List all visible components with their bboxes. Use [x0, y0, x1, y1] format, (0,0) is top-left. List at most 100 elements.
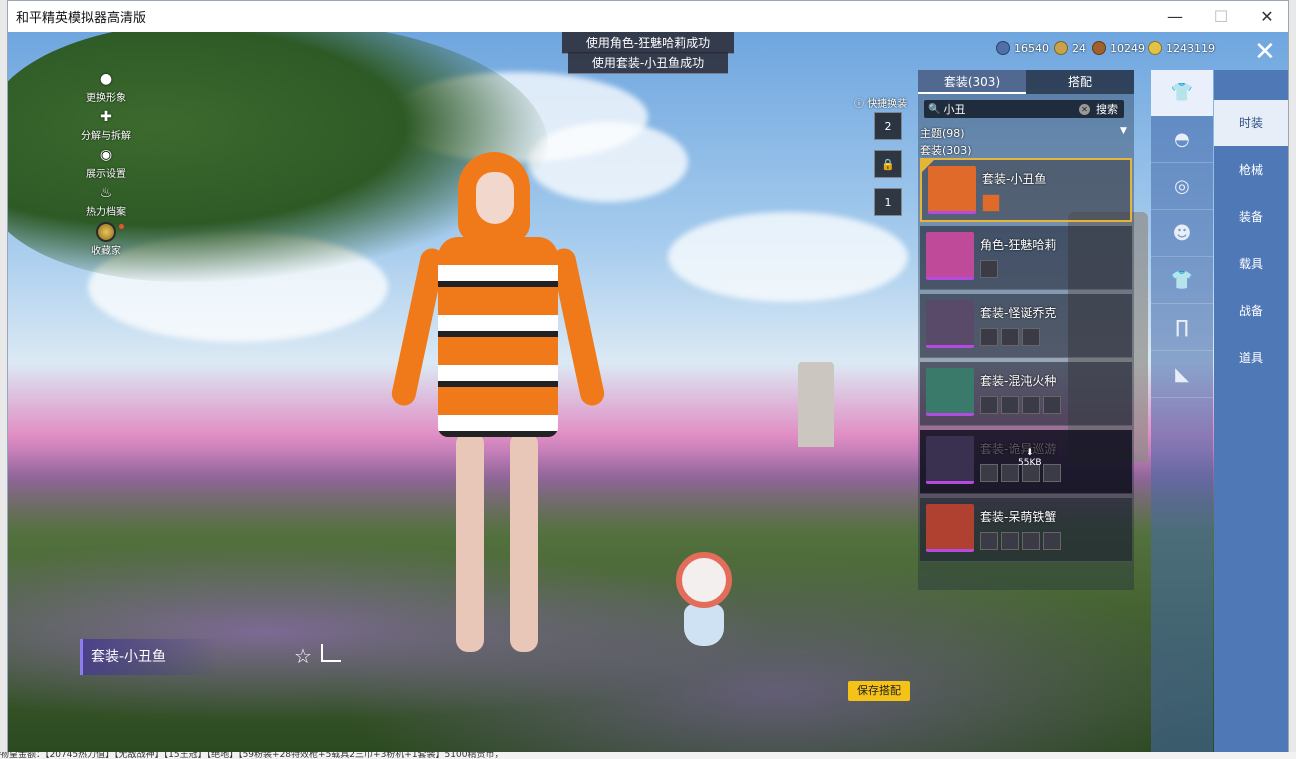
quick-slot-2[interactable]: 2 — [874, 112, 902, 140]
menu-label: 展示设置 — [86, 169, 126, 180]
outfit-thumbnail — [926, 504, 974, 552]
lock-icon: 🔒 — [881, 157, 895, 171]
list-item[interactable]: 套装-怪诞乔克 — [920, 294, 1132, 358]
tab-items[interactable]: 道具 — [1214, 335, 1288, 381]
tab-battle-prep[interactable]: 战备 — [1214, 288, 1288, 334]
list-item[interactable]: 套装-混沌火种 — [920, 362, 1132, 426]
tab-guns[interactable]: 枪械 — [1214, 147, 1288, 193]
medal-icon — [96, 222, 116, 242]
category-column: 👕 ◓ ◎ ☻ 👕 ∏ ◣ — [1151, 70, 1213, 752]
mask-icon[interactable]: ☻ — [1151, 211, 1213, 257]
menu-label: 更换形象 — [86, 93, 126, 104]
heat-archive-button[interactable]: ♨ 热力档案 — [66, 184, 146, 218]
close-button[interactable]: ✕ — [1244, 1, 1290, 32]
character-face — [476, 172, 514, 224]
tab-match[interactable]: 搭配 — [1026, 70, 1134, 94]
puzzle-icon: ✚ — [100, 109, 112, 125]
quick-swap-label: ⓘ 快捷换装 — [854, 95, 907, 110]
collector-button[interactable]: 收藏家 — [66, 222, 146, 257]
share-icon[interactable] — [321, 644, 341, 662]
item-parts — [980, 396, 1064, 414]
close-panel-icon[interactable]: ✕ — [1254, 39, 1276, 65]
tab-fashion[interactable]: 时装 — [1214, 100, 1288, 146]
cloud — [668, 212, 908, 302]
currency-value: 16540 — [1014, 41, 1049, 55]
app-window: 和平精英模拟器高清版 — ☐ ✕ ● 更换形象 ✚ 分解与拆解 ◉ 展示设置 ♨… — [7, 0, 1289, 752]
item-name: 角色-狂魅哈莉 — [980, 238, 1057, 252]
clownfish-dress — [438, 237, 558, 437]
menu-label: 分解与拆解 — [81, 131, 131, 142]
currency-value: 1243119 — [1166, 41, 1215, 55]
quick-slot-locked[interactable]: 🔒 — [874, 150, 902, 178]
currency-value: 24 — [1072, 41, 1086, 55]
goggles-icon[interactable]: ◎ — [1151, 164, 1213, 210]
clear-icon[interactable]: ✕ — [1079, 103, 1090, 115]
item-name: 套装-混沌火种 — [980, 374, 1057, 388]
person-icon: ● — [99, 71, 113, 87]
gold-coin-icon — [1148, 41, 1162, 55]
character-arm — [549, 246, 607, 408]
save-button[interactable]: 保存搭配 — [848, 681, 910, 701]
part-icon — [980, 396, 998, 414]
quick-swap-text: 快捷换装 — [867, 99, 908, 110]
menu-label: 收藏家 — [91, 246, 121, 257]
list-item[interactable]: 角色-狂魅哈莉 — [920, 226, 1132, 290]
part-icon — [1001, 328, 1019, 346]
outfit-icon[interactable]: 👕 — [1151, 70, 1213, 116]
help-icon: ⓘ — [854, 99, 864, 110]
currency-badge[interactable]: 24 — [1054, 41, 1086, 55]
globe-coin-icon — [996, 41, 1010, 55]
notification-dot — [119, 224, 124, 229]
minimize-button[interactable]: — — [1152, 1, 1198, 32]
jacket-icon[interactable]: 👕 — [1151, 258, 1213, 304]
part-icon — [1001, 396, 1019, 414]
maximize-button[interactable]: ☐ — [1198, 1, 1244, 32]
background-text: 物皇金额：【20745热力值】【无敌战神】【15王冠】【绝地】【59粉装+28特… — [0, 752, 1296, 759]
currency-bronze[interactable]: 10249 — [1092, 41, 1145, 55]
character-model[interactable] — [389, 132, 607, 672]
quick-slot-1[interactable]: 1 — [874, 188, 902, 216]
part-icon — [1022, 396, 1040, 414]
part-icon — [1022, 532, 1040, 550]
display-settings-button[interactable]: ◉ 展示设置 — [66, 146, 146, 180]
shoes-icon[interactable]: ◣ — [1151, 352, 1213, 398]
pet-companion[interactable] — [668, 542, 738, 652]
decompose-button[interactable]: ✚ 分解与拆解 — [66, 108, 146, 142]
part-icon — [980, 328, 998, 346]
pet-head — [676, 552, 732, 608]
currency-gold[interactable]: 1243119 — [1148, 41, 1215, 55]
part-icon — [980, 532, 998, 550]
outfit-thumbnail — [926, 232, 974, 280]
part-icon — [1043, 464, 1061, 482]
tab-equipment[interactable]: 装备 — [1214, 194, 1288, 240]
chevron-down-icon[interactable]: ▼ — [1120, 126, 1127, 136]
title-bar: 和平精英模拟器高清版 — ☐ ✕ — [8, 1, 1288, 32]
list-item[interactable]: 套装-呆萌铁蟹 — [920, 498, 1132, 562]
tab-vehicles[interactable]: 载具 — [1214, 241, 1288, 287]
character-leg — [510, 432, 538, 652]
item-parts — [980, 260, 1001, 278]
search-button[interactable]: 搜索 — [1096, 101, 1118, 117]
item-name: 套装-怪诞乔克 — [980, 306, 1057, 320]
game-viewport: ● 更换形象 ✚ 分解与拆解 ◉ 展示设置 ♨ 热力档案 收藏家 使用角色-狂魅… — [8, 32, 1288, 752]
menu-label: 热力档案 — [86, 207, 126, 218]
download-indicator[interactable]: ⬇ 55KB — [1018, 448, 1042, 468]
list-item[interactable]: 套装-诡异巡游 ⬇ 55KB — [920, 430, 1132, 494]
outfit-list-panel: 套装(303) 搭配 🔍 小丑 ✕ 搜索 主题(98) ▼ 套装(303) 套装… — [918, 70, 1134, 590]
currency-globe[interactable]: 16540 — [996, 41, 1049, 55]
part-icon — [980, 464, 998, 482]
toast-message: 使用角色-狂魅哈莉成功 — [562, 32, 734, 54]
item-name: 套装-小丑鱼 — [982, 172, 1047, 186]
cap-icon[interactable]: ◓ — [1151, 117, 1213, 163]
change-appearance-button[interactable]: ● 更换形象 — [66, 70, 146, 104]
search-bar[interactable]: 🔍 小丑 ✕ 搜索 — [924, 100, 1124, 118]
pants-icon[interactable]: ∏ — [1151, 305, 1213, 351]
toast-message: 使用套装-小丑鱼成功 — [568, 52, 728, 74]
search-input[interactable]: 小丑 — [943, 101, 1079, 117]
outfit-thumbnail — [926, 436, 974, 484]
tab-outfits[interactable]: 套装(303) — [918, 70, 1026, 94]
list-item[interactable]: 套装-小丑鱼 — [920, 158, 1132, 222]
star-icon[interactable]: ☆ — [294, 644, 312, 668]
part-icon — [1022, 328, 1040, 346]
filter-theme[interactable]: 主题(98) — [920, 125, 965, 141]
